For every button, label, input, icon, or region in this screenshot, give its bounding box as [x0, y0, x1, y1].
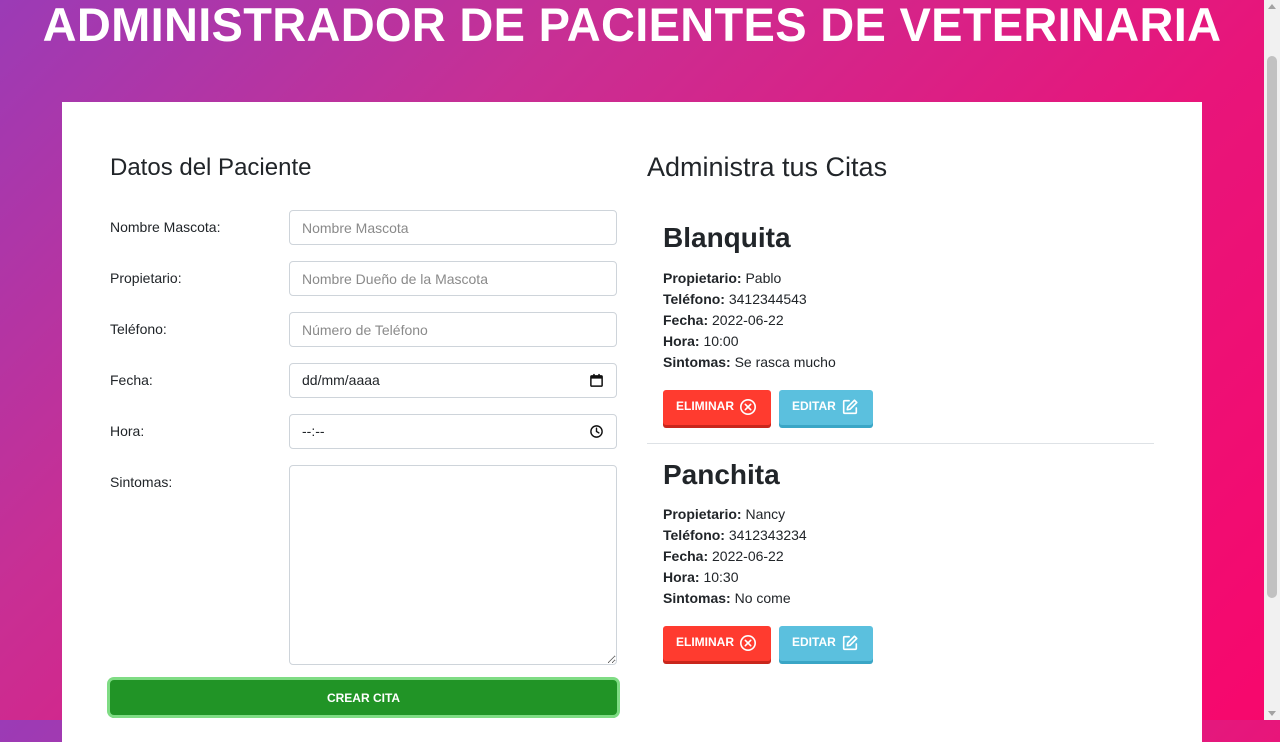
- time-input[interactable]: --:--: [289, 414, 617, 449]
- symptoms-label: Sintomas:: [110, 474, 173, 490]
- form-title: Datos del Paciente: [110, 154, 312, 181]
- time-value: 10:30: [703, 569, 739, 585]
- date-value: 2022-06-22: [712, 548, 784, 564]
- time-row: Hora: 10:30: [663, 569, 739, 585]
- owner-value: Pablo: [745, 270, 782, 286]
- symptoms-row: Sintomas: No come: [663, 590, 791, 606]
- time-placeholder: --:--: [302, 423, 325, 439]
- scroll-down-arrow-icon[interactable]: [1268, 711, 1276, 716]
- phone-value: 3412343234: [728, 527, 807, 543]
- form-row-symptoms: Sintomas:: [110, 465, 617, 665]
- symptoms-row: Sintomas: Se rasca mucho: [663, 354, 836, 370]
- date-placeholder: dd/mm/aaaa: [302, 372, 380, 388]
- x-circle-icon: [739, 634, 757, 652]
- form-row-owner: Propietario:: [110, 261, 617, 296]
- owner-label: Propietario:: [110, 270, 182, 286]
- edit-icon: [842, 635, 858, 651]
- edit-button[interactable]: EDITAR: [779, 390, 873, 425]
- form-row-time: Hora: --:--: [110, 414, 617, 449]
- owner-row: Propietario: Pablo: [663, 270, 782, 286]
- phone-row: Teléfono: 3412343234: [663, 527, 807, 543]
- owner-value: Nancy: [745, 506, 786, 522]
- calendar-icon[interactable]: [589, 373, 604, 388]
- scroll-up-arrow-icon[interactable]: [1268, 4, 1276, 9]
- form-row-date: Fecha: dd/mm/aaaa: [110, 363, 617, 398]
- owner-input[interactable]: [289, 261, 617, 296]
- time-value: 10:00: [703, 333, 739, 349]
- page-title: ADMINISTRADOR DE PACIENTES DE VETERINARI…: [42, 0, 1222, 51]
- date-label: Fecha:: [110, 372, 153, 388]
- edit-icon: [842, 399, 858, 415]
- page-scrollbar[interactable]: [1264, 0, 1280, 720]
- owner-row: Propietario: Nancy: [663, 506, 786, 522]
- appointments-title: Administra tus Citas: [647, 152, 888, 182]
- create-appointment-button[interactable]: CREAR CITA: [110, 680, 617, 715]
- form-row-phone: Teléfono:: [110, 312, 617, 347]
- symptoms-value: Se rasca mucho: [734, 354, 836, 370]
- delete-button[interactable]: ELIMINAR: [663, 390, 771, 425]
- time-row: Hora: 10:00: [663, 333, 739, 349]
- clock-icon[interactable]: [589, 424, 604, 439]
- phone-input[interactable]: [289, 312, 617, 347]
- appointment-card: Blanquita Propietario: Pablo Teléfono: 3…: [647, 222, 1154, 444]
- appointment-card: Panchita Propietario: Nancy Teléfono: 34…: [647, 459, 1154, 681]
- symptoms-value: No come: [734, 590, 791, 606]
- pet-name: Panchita: [663, 459, 780, 490]
- appointment-details: Propietario: Pablo Teléfono: 3412344543 …: [663, 268, 836, 373]
- main-container: Datos del Paciente Nombre Mascota: Propi…: [62, 102, 1202, 742]
- phone-label: Teléfono:: [110, 321, 167, 337]
- appointment-details: Propietario: Nancy Teléfono: 3412343234 …: [663, 504, 807, 609]
- x-circle-icon: [739, 398, 757, 416]
- date-row: Fecha: 2022-06-22: [663, 312, 784, 328]
- time-label: Hora:: [110, 423, 145, 439]
- date-row: Fecha: 2022-06-22: [663, 548, 784, 564]
- edit-button[interactable]: EDITAR: [779, 626, 873, 661]
- pet-name-input[interactable]: [289, 210, 617, 245]
- phone-value: 3412344543: [728, 291, 807, 307]
- pet-name: Blanquita: [663, 222, 791, 253]
- phone-row: Teléfono: 3412344543: [663, 291, 807, 307]
- pet-name-label: Nombre Mascota:: [110, 219, 221, 235]
- delete-button[interactable]: ELIMINAR: [663, 626, 771, 661]
- scrollbar-thumb[interactable]: [1267, 56, 1277, 598]
- form-row-pet-name: Nombre Mascota:: [110, 210, 617, 245]
- symptoms-textarea[interactable]: [289, 465, 617, 665]
- divider: [647, 443, 1154, 444]
- date-input[interactable]: dd/mm/aaaa: [289, 363, 617, 398]
- date-value: 2022-06-22: [712, 312, 784, 328]
